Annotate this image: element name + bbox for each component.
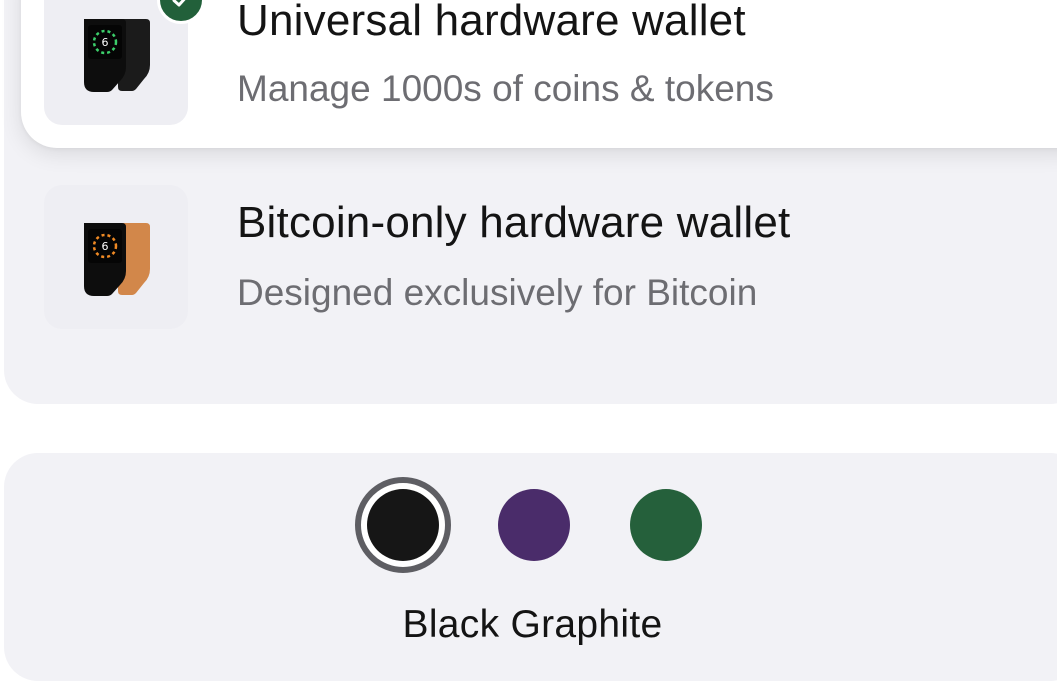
- wallet-configurator: 6 Universal hardware wallet Manage 1000s…: [0, 0, 1057, 688]
- selected-color-label: Black Graphite: [402, 603, 663, 646]
- option-description: Designed exclusively for Bitcoin: [237, 272, 758, 313]
- wallet-type-selector: 6 Universal hardware wallet Manage 1000s…: [4, 0, 1057, 404]
- color-swatch-green[interactable]: [630, 489, 702, 561]
- option-title: Universal hardware wallet: [237, 0, 746, 45]
- svg-text:6: 6: [102, 240, 109, 253]
- bitcoin-wallet-thumbnail: 6: [44, 185, 188, 329]
- color-picker: Black Graphite: [4, 453, 1057, 681]
- option-description: Manage 1000s of coins & tokens: [237, 68, 774, 109]
- option-title: Bitcoin-only hardware wallet: [237, 198, 791, 247]
- color-swatch-purple[interactable]: [498, 489, 570, 561]
- black-orange-device-pair-icon: 6: [84, 223, 150, 296]
- option-universal-wallet[interactable]: 6 Universal hardware wallet Manage 1000s…: [21, 0, 1057, 148]
- svg-text:6: 6: [102, 36, 109, 49]
- option-bitcoin-only-wallet[interactable]: 6 Bitcoin-only hardware wallet Designed …: [21, 166, 1057, 366]
- color-swatch-black-graphite[interactable]: [367, 489, 439, 561]
- black-device-pair-icon: 6: [84, 19, 150, 92]
- check-icon: [172, 0, 186, 7]
